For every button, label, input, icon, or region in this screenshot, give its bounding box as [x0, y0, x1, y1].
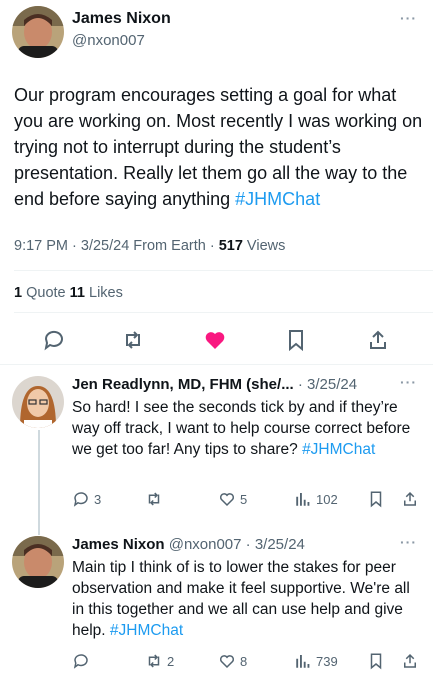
bookmark-icon	[370, 491, 382, 508]
author-name[interactable]: James Nixon	[72, 10, 171, 28]
reply-text: So hard! I see the seconds tick by and i…	[72, 399, 411, 458]
bookmark-icon	[370, 653, 382, 670]
avatar[interactable]	[12, 6, 64, 58]
divider	[14, 270, 433, 271]
like-icon[interactable]	[203, 328, 227, 352]
author-name[interactable]: Jen Readlynn, MD, FHM (she/...	[72, 376, 294, 393]
share-icon[interactable]	[366, 328, 390, 352]
reply-button[interactable]	[72, 652, 94, 670]
author-handle[interactable]: @nxon007	[72, 32, 145, 49]
bookmark-button[interactable]	[367, 652, 385, 670]
author-name[interactable]: James Nixon	[72, 536, 165, 553]
hashtag-link[interactable]: #JHMChat	[110, 622, 183, 639]
reply-text: Main tip I think of is to lower the stak…	[72, 559, 410, 639]
reply-icon[interactable]	[42, 328, 66, 352]
hashtag-link[interactable]: #JHMChat	[235, 189, 320, 209]
heart-icon	[219, 493, 235, 507]
reply-header: James Nixon @nxon007 · 3/25/24	[72, 536, 305, 553]
tweet-meta: 9:17 PM · 3/25/24 From Earth · 517 Views	[14, 238, 286, 254]
tweet-text: Our program encourages setting a goal fo…	[14, 85, 423, 209]
reply-date[interactable]: · 3/25/24	[242, 536, 305, 553]
share-icon	[404, 653, 416, 668]
bookmark-icon[interactable]	[284, 328, 308, 352]
avatar[interactable]	[12, 376, 64, 428]
tweet-stats[interactable]: 1 Quote 11 Likes	[14, 285, 123, 301]
more-options-icon[interactable]: ···	[400, 10, 417, 26]
reply-button[interactable]: 3	[72, 490, 101, 508]
analytics-icon	[296, 493, 310, 506]
more-options-icon[interactable]: ···	[400, 374, 417, 390]
retweet-icon[interactable]	[121, 328, 145, 352]
author-handle[interactable]: @nxon007	[165, 536, 242, 553]
reply-header: Jen Readlynn, MD, FHM (she/... · 3/25/24	[72, 376, 357, 393]
hashtag-link[interactable]: #JHMChat	[302, 441, 375, 458]
divider	[0, 364, 433, 365]
share-button[interactable]	[401, 652, 419, 670]
reply-icon	[73, 654, 88, 669]
views-button[interactable]: 739	[294, 652, 338, 670]
retweet-icon	[148, 654, 160, 668]
reply-icon	[73, 492, 88, 507]
divider	[14, 312, 433, 313]
reply-date[interactable]: · 3/25/24	[294, 376, 357, 393]
more-options-icon[interactable]: ···	[400, 534, 417, 550]
bookmark-button[interactable]	[367, 490, 385, 508]
like-button[interactable]: 8	[218, 652, 247, 670]
share-icon	[404, 491, 416, 506]
retweet-icon	[148, 492, 160, 506]
share-button[interactable]	[401, 490, 419, 508]
analytics-icon	[296, 655, 310, 668]
views-button[interactable]: 102	[294, 490, 338, 508]
heart-icon	[219, 655, 235, 669]
retweet-button[interactable]: 2	[145, 652, 174, 670]
retweet-button[interactable]	[145, 490, 167, 508]
avatar[interactable]	[12, 536, 64, 588]
thread-line	[38, 430, 40, 535]
like-button[interactable]: 5	[218, 490, 247, 508]
